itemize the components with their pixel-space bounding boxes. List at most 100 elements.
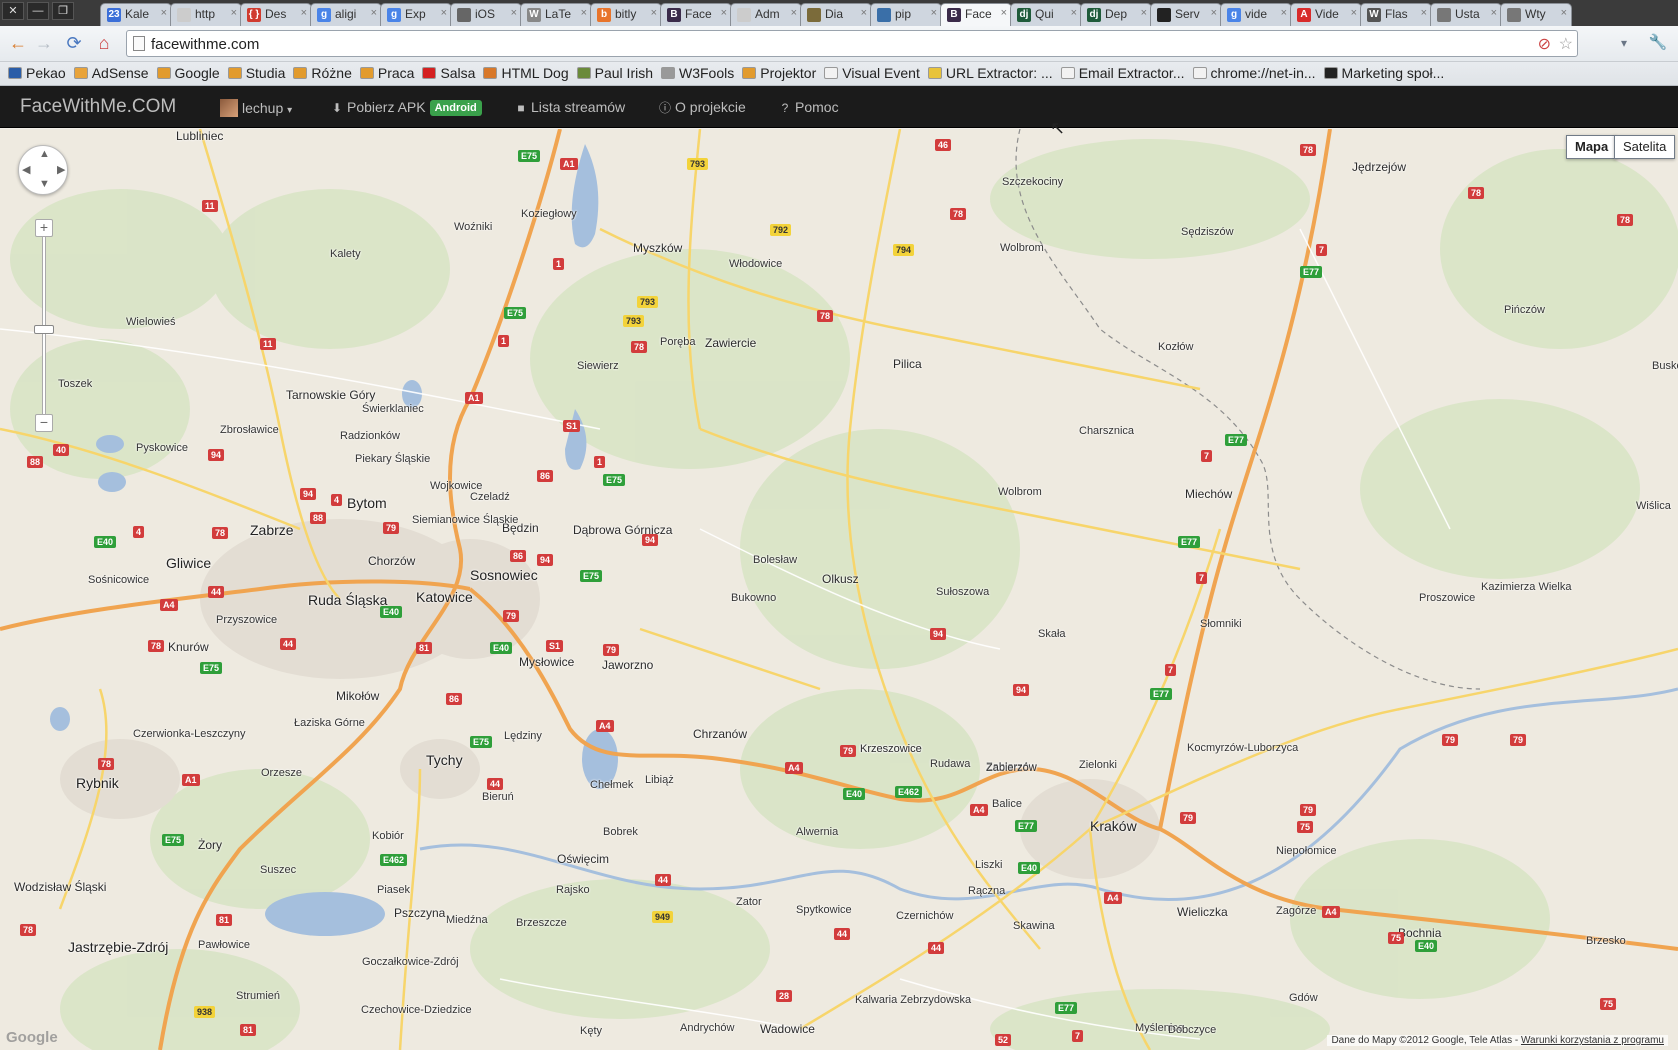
bookmark-item[interactable]: URL Extractor: ... bbox=[927, 62, 1053, 84]
browser-tab[interactable]: dj Qui × bbox=[1010, 3, 1082, 26]
tab-close-icon[interactable]: × bbox=[721, 7, 727, 19]
window-maximize-button[interactable]: ❐ bbox=[52, 2, 74, 20]
zoom-out-button[interactable]: − bbox=[35, 414, 53, 432]
tab-close-icon[interactable]: × bbox=[511, 7, 517, 19]
android-badge: Android bbox=[429, 100, 482, 116]
brand-logo[interactable]: FaceWithMe.COM bbox=[20, 96, 176, 118]
browser-tab[interactable]: iOS × bbox=[450, 3, 522, 26]
bookmark-item[interactable]: AdSense bbox=[73, 62, 149, 84]
browser-tab[interactable]: Serv × bbox=[1150, 3, 1222, 26]
google-map[interactable]: Kraków Katowice Gliwice Zabrze Bytom Chorzów S… bbox=[0, 129, 1678, 1050]
terms-link[interactable]: Warunki korzystania z programu bbox=[1521, 1035, 1664, 1046]
tab-close-icon[interactable]: × bbox=[1561, 7, 1567, 19]
bookmark-icon bbox=[576, 67, 591, 79]
bookmark-item[interactable]: Studia bbox=[227, 62, 285, 84]
tab-close-icon[interactable]: × bbox=[791, 7, 797, 19]
tab-close-icon[interactable]: × bbox=[581, 7, 587, 19]
bookmark-item[interactable]: Salsa bbox=[422, 62, 475, 84]
browser-tab[interactable]: W LaTe × bbox=[520, 3, 592, 26]
browser-tab[interactable]: 23 Kale × bbox=[100, 3, 172, 26]
address-bar[interactable]: ⊘ ☆ bbox=[126, 30, 1578, 57]
tab-close-icon[interactable]: × bbox=[161, 7, 167, 19]
bookmark-star-icon[interactable]: ☆ bbox=[1559, 34, 1573, 54]
back-icon[interactable]: ← bbox=[6, 32, 30, 56]
browser-tab[interactable]: g aligi × bbox=[310, 3, 382, 26]
tab-close-icon[interactable]: × bbox=[441, 7, 447, 19]
browser-tab[interactable]: Wty × bbox=[1500, 3, 1572, 26]
bookmark-item[interactable]: chrome://net-in... bbox=[1192, 62, 1316, 84]
wrench-icon[interactable]: 🔧 bbox=[1646, 32, 1670, 56]
map-type-satellite-button[interactable]: Satelita bbox=[1614, 135, 1676, 159]
window-close-button[interactable]: ✕ bbox=[2, 2, 24, 20]
tab-close-icon[interactable]: × bbox=[1491, 7, 1497, 19]
url-input[interactable] bbox=[151, 34, 1511, 54]
bookmark-item[interactable]: Paul Irish bbox=[576, 62, 653, 84]
bookmark-item[interactable]: Visual Event bbox=[824, 62, 920, 84]
map-pan-control[interactable]: ▲ ◀ ▶ ▼ bbox=[18, 145, 68, 195]
tab-close-icon[interactable]: × bbox=[1141, 7, 1147, 19]
bookmark-item[interactable]: W3Fools bbox=[661, 62, 734, 84]
browser-tab[interactable]: Usta × bbox=[1430, 3, 1502, 26]
browser-tab[interactable]: Adm × bbox=[730, 3, 802, 26]
browser-tab[interactable]: pip × bbox=[870, 3, 942, 26]
map-place-label: Wadowice bbox=[760, 1022, 815, 1036]
browser-tab[interactable]: g vide × bbox=[1220, 3, 1292, 26]
map-type-map-button[interactable]: Mapa bbox=[1566, 135, 1618, 159]
tab-favicon-icon: 23 bbox=[107, 8, 121, 22]
bookmark-item[interactable]: HTML Dog bbox=[483, 62, 569, 84]
about-project-link[interactable]: ⓘ O projekcie bbox=[658, 99, 746, 116]
home-icon[interactable]: ⌂ bbox=[92, 32, 116, 56]
streams-list-link[interactable]: ■ Lista streamów bbox=[514, 99, 625, 115]
reload-icon[interactable]: ⟳ bbox=[62, 32, 86, 56]
tab-close-icon[interactable]: × bbox=[861, 7, 867, 19]
tab-close-icon[interactable]: × bbox=[1421, 7, 1427, 19]
browser-tab[interactable]: Dia × bbox=[800, 3, 872, 26]
bookmark-icon bbox=[359, 67, 374, 79]
browser-tab[interactable]: W Flas × bbox=[1360, 3, 1432, 26]
user-menu[interactable]: lechup ▾ bbox=[220, 99, 292, 117]
bookmark-icon bbox=[1323, 67, 1338, 79]
bookmark-item[interactable]: Google bbox=[156, 62, 220, 84]
browser-tab[interactable]: http × bbox=[170, 3, 242, 26]
blocked-content-icon[interactable]: ⊘ bbox=[1538, 34, 1551, 54]
google-logo[interactable]: Google bbox=[6, 1029, 58, 1046]
bookmark-label: Pekao bbox=[26, 65, 66, 81]
download-apk-link[interactable]: ⬇ Pobierz APK Android bbox=[330, 99, 482, 116]
tab-close-icon[interactable]: × bbox=[1001, 7, 1007, 19]
browser-tab[interactable]: A Vide × bbox=[1290, 3, 1362, 26]
bookmark-item[interactable]: Pekao bbox=[8, 62, 66, 84]
bookmark-item[interactable]: Projektor bbox=[742, 62, 816, 84]
browser-tab[interactable]: B Face × bbox=[660, 3, 732, 26]
tab-close-icon[interactable]: × bbox=[1281, 7, 1287, 19]
pan-up-icon[interactable]: ▲ bbox=[39, 148, 50, 160]
browser-tab[interactable]: { } Des × bbox=[240, 3, 312, 26]
tab-close-icon[interactable]: × bbox=[1071, 7, 1077, 19]
tab-close-icon[interactable]: × bbox=[301, 7, 307, 19]
tab-close-icon[interactable]: × bbox=[1351, 7, 1357, 19]
tab-close-icon[interactable]: × bbox=[651, 7, 657, 19]
tab-label: iOS bbox=[475, 7, 496, 21]
window-minimize-button[interactable]: — bbox=[27, 2, 49, 20]
help-link[interactable]: ? Pomoc bbox=[778, 99, 839, 115]
tab-close-icon[interactable]: × bbox=[931, 7, 937, 19]
bookmark-item[interactable]: Praca bbox=[359, 62, 414, 84]
browser-tab[interactable]: dj Dep × bbox=[1080, 3, 1152, 26]
page-menu-chevron-icon[interactable]: ▾ bbox=[1612, 32, 1636, 56]
tab-close-icon[interactable]: × bbox=[1211, 7, 1217, 19]
pan-left-icon[interactable]: ◀ bbox=[22, 163, 30, 176]
zoom-in-button[interactable]: + bbox=[35, 219, 53, 237]
bookmark-item[interactable]: Marketing społ... bbox=[1323, 62, 1444, 84]
pan-down-icon[interactable]: ▼ bbox=[39, 178, 50, 190]
bookmark-item[interactable]: Różne bbox=[293, 62, 352, 84]
bookmark-item[interactable]: Email Extractor... bbox=[1060, 62, 1185, 84]
browser-tab[interactable]: b bitly × bbox=[590, 3, 662, 26]
forward-icon[interactable]: → bbox=[32, 32, 56, 56]
zoom-slider-thumb[interactable] bbox=[34, 325, 54, 334]
browser-tab[interactable]: B Face × bbox=[940, 3, 1012, 27]
zoom-slider-track[interactable] bbox=[42, 229, 46, 419]
browser-tab[interactable]: g Exp × bbox=[380, 3, 452, 26]
pan-right-icon[interactable]: ▶ bbox=[57, 163, 65, 176]
tab-close-icon[interactable]: × bbox=[231, 7, 237, 19]
tab-close-icon[interactable]: × bbox=[371, 7, 377, 19]
map-place-label: Jaworzno bbox=[602, 658, 654, 672]
